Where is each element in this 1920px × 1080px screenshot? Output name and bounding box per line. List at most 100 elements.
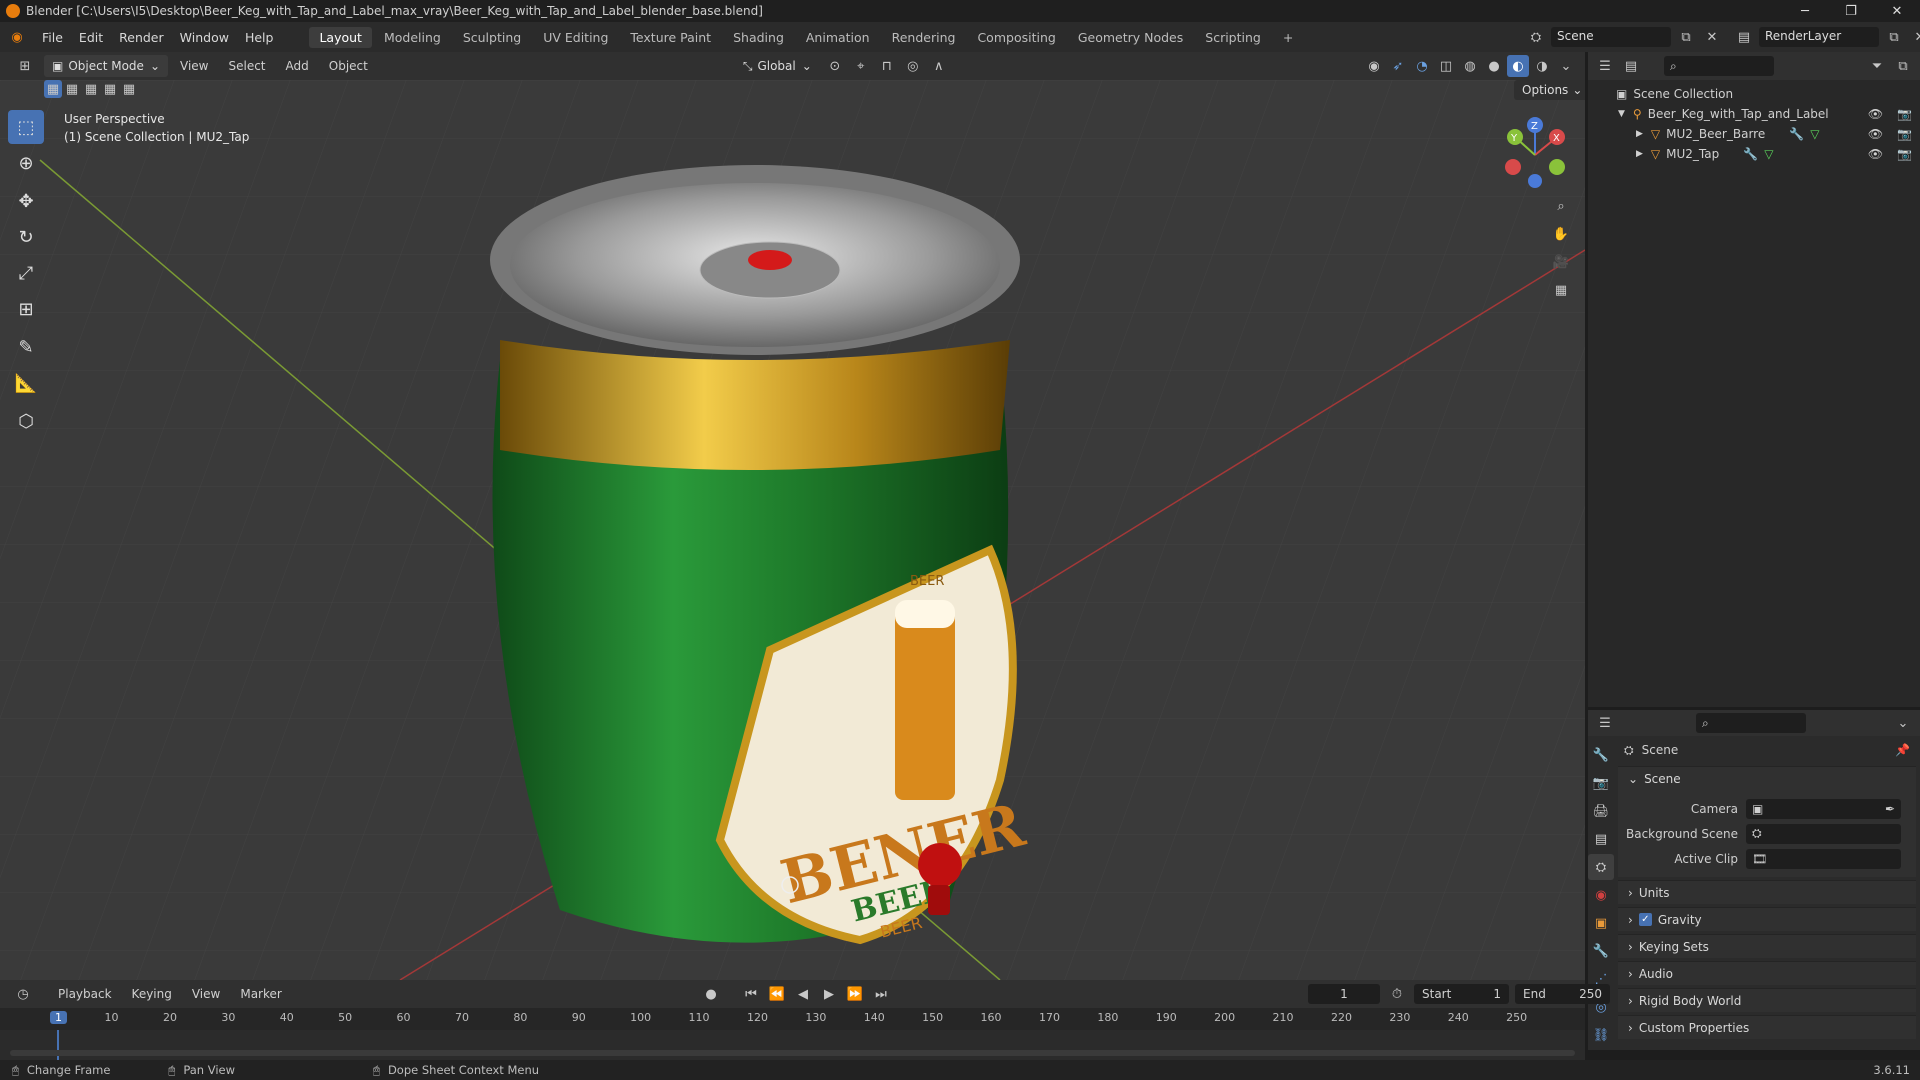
eye-icon[interactable]: 👁 xyxy=(1868,127,1883,141)
tab-animation[interactable]: Animation xyxy=(796,27,880,48)
menu-select[interactable]: Select xyxy=(220,59,273,73)
play-icon[interactable]: ▶ xyxy=(818,983,840,1005)
camera-restrict-icon[interactable]: 📷 xyxy=(1897,127,1912,141)
select-intersect-icon[interactable]: ▦ xyxy=(120,80,138,98)
zoom-icon[interactable]: ⌕ xyxy=(1550,195,1572,217)
section-audio[interactable]: › Audio xyxy=(1618,961,1916,985)
ortho-grid-icon[interactable]: ▦ xyxy=(1550,279,1572,301)
camera-field[interactable]: ▣ ✒ xyxy=(1746,798,1901,819)
xray-icon[interactable]: ◫ xyxy=(1435,55,1457,77)
new-renderlayer-icon[interactable]: ⧉ xyxy=(1883,26,1905,48)
add-workspace-button[interactable]: + xyxy=(1273,27,1303,48)
output-tab-icon[interactable]: 🖨 xyxy=(1588,798,1614,824)
timeline-editor-icon[interactable]: ◷ xyxy=(12,983,34,1005)
jump-start-icon[interactable]: ⏮ xyxy=(740,983,762,1005)
shading-options-icon[interactable]: ⌄ xyxy=(1555,55,1577,77)
transform-orientation[interactable]: ⤡ Global ⌄ xyxy=(735,55,820,77)
3d-viewport[interactable]: BEER BENER BEER BEER User Perspective (1… xyxy=(0,80,1585,980)
overlay-toggle-icon[interactable]: ◔ xyxy=(1411,55,1433,77)
jump-end-icon[interactable]: ⏭ xyxy=(870,983,892,1005)
select-subtract-icon[interactable]: ▦ xyxy=(82,80,100,98)
menu-edit[interactable]: Edit xyxy=(71,30,111,45)
menu-view[interactable]: View xyxy=(172,59,216,73)
renderlayer-icon[interactable]: ▤ xyxy=(1733,26,1755,48)
pivot-icon[interactable]: ⊙ xyxy=(824,55,846,77)
add-cube-tool-icon[interactable]: ⬡ xyxy=(8,404,44,438)
outliner-item-barrel[interactable]: ▶ ▽ MU2_Beer_Barre 🔧 ▽ 👁 📷 xyxy=(1616,124,1920,144)
gizmo-toggle-icon[interactable]: ➶ xyxy=(1387,55,1409,77)
menu-add[interactable]: Add xyxy=(278,59,317,73)
tab-uv-editing[interactable]: UV Editing xyxy=(533,27,618,48)
section-units[interactable]: › Units xyxy=(1618,880,1916,904)
tab-layout[interactable]: Layout xyxy=(309,26,372,48)
chevron-down-icon[interactable]: ⌄ xyxy=(1892,712,1914,734)
transform-tool-icon[interactable]: ⊞ xyxy=(8,292,44,326)
tool-tab-icon[interactable]: 🔧 xyxy=(1588,742,1614,768)
section-rigid-body-world[interactable]: › Rigid Body World xyxy=(1618,988,1916,1012)
measure-tool-icon[interactable]: 📐 xyxy=(8,366,44,400)
play-reverse-icon[interactable]: ◀ xyxy=(792,983,814,1005)
select-box-tool-icon[interactable]: ⬚ xyxy=(8,110,44,144)
tab-compositing[interactable]: Compositing xyxy=(967,27,1065,48)
scale-tool-icon[interactable]: ⤢ xyxy=(8,256,44,290)
new-scene-icon[interactable]: ⧉ xyxy=(1675,26,1697,48)
menu-playback[interactable]: Playback xyxy=(50,987,120,1001)
snap-target-icon[interactable]: ⊓ xyxy=(876,55,898,77)
tab-geometry-nodes[interactable]: Geometry Nodes xyxy=(1068,27,1193,48)
section-keying-sets[interactable]: › Keying Sets xyxy=(1618,934,1916,958)
tab-rendering[interactable]: Rendering xyxy=(882,27,966,48)
tab-texture-paint[interactable]: Texture Paint xyxy=(620,27,721,48)
render-tab-icon[interactable]: 📷 xyxy=(1588,770,1614,796)
wireframe-shading-icon[interactable]: ◍ xyxy=(1459,55,1481,77)
camera-restrict-icon[interactable]: 📷 xyxy=(1897,147,1912,161)
outliner-item-collection[interactable]: ▼ ⚲ Beer_Keg_with_Tap_and_Label 👁 📷 xyxy=(1616,104,1920,124)
outliner-root[interactable]: ▣ Scene Collection xyxy=(1616,84,1920,104)
blender-menu-icon[interactable]: ◉ xyxy=(6,26,28,48)
pan-hand-icon[interactable]: ✋ xyxy=(1550,223,1572,245)
maximize-button[interactable]: ❐ xyxy=(1828,0,1874,22)
object-tab-icon[interactable]: ▣ xyxy=(1588,910,1614,936)
visibility-icon[interactable]: ◉ xyxy=(1363,55,1385,77)
minimize-button[interactable]: ─ xyxy=(1782,0,1828,22)
menu-file[interactable]: File xyxy=(34,30,71,45)
renderlayer-selector[interactable]: RenderLayer xyxy=(1759,27,1879,47)
proportional-edit-icon[interactable]: ◎ xyxy=(902,55,924,77)
menu-window[interactable]: Window xyxy=(172,30,237,45)
snap-icon[interactable]: ⌖ xyxy=(850,55,872,77)
rotate-tool-icon[interactable]: ↻ xyxy=(8,220,44,254)
select-new-icon[interactable]: ▦ xyxy=(44,80,62,98)
tab-modeling[interactable]: Modeling xyxy=(374,27,451,48)
eye-icon[interactable]: 👁 xyxy=(1868,147,1883,161)
remove-scene-icon[interactable]: ✕ xyxy=(1701,26,1723,48)
tab-shading[interactable]: Shading xyxy=(723,27,794,48)
view-layer-tab-icon[interactable]: ▤ xyxy=(1588,826,1614,852)
end-frame-field[interactable]: End 250 xyxy=(1515,984,1610,1004)
select-invert-icon[interactable]: ▦ xyxy=(101,80,119,98)
menu-keying[interactable]: Keying xyxy=(124,987,180,1001)
frame-ruler[interactable]: 1 10 20 30 40 50 60 70 80 90 100 110 120 130 140 150 160… xyxy=(0,1008,1585,1030)
section-gravity[interactable]: › ✓ Gravity xyxy=(1618,907,1916,931)
cursor-tool-icon[interactable]: ⊕ xyxy=(8,146,44,180)
menu-render[interactable]: Render xyxy=(111,30,172,45)
active-clip-field[interactable]: 🎞 xyxy=(1746,848,1901,869)
annotate-tool-icon[interactable]: ✎ xyxy=(8,330,44,364)
background-scene-field[interactable]: ⛭ xyxy=(1746,823,1901,844)
world-tab-icon[interactable]: ◉ xyxy=(1588,882,1614,908)
move-tool-icon[interactable]: ✥ xyxy=(8,184,44,218)
rendered-shading-icon[interactable]: ◑ xyxy=(1531,55,1553,77)
gravity-checkbox[interactable]: ✓ xyxy=(1638,913,1652,926)
camera-view-icon[interactable]: 🎥 xyxy=(1550,251,1572,273)
options-button[interactable]: Options ⌄ xyxy=(1514,80,1585,100)
scene-icon[interactable]: ⛭ xyxy=(1525,26,1547,48)
properties-editor-icon[interactable]: ☰ xyxy=(1594,712,1616,734)
scene-selector[interactable]: Scene xyxy=(1551,27,1671,47)
timeline-scrollbar[interactable] xyxy=(10,1050,1575,1056)
navigation-gizmo[interactable]: Z Y X xyxy=(1495,115,1575,195)
stopwatch-icon[interactable]: ⏱ xyxy=(1386,983,1408,1005)
outliner-search-input[interactable]: ⌕ xyxy=(1664,56,1774,76)
close-button[interactable]: ✕ xyxy=(1874,0,1920,22)
editor-type-icon[interactable]: ⊞ xyxy=(14,55,36,77)
falloff-icon[interactable]: ∧ xyxy=(928,55,950,77)
mode-selector[interactable]: ▣ Object Mode ⌄ xyxy=(44,55,168,77)
jump-keyframe-forward-icon[interactable]: ⏩ xyxy=(844,983,866,1005)
